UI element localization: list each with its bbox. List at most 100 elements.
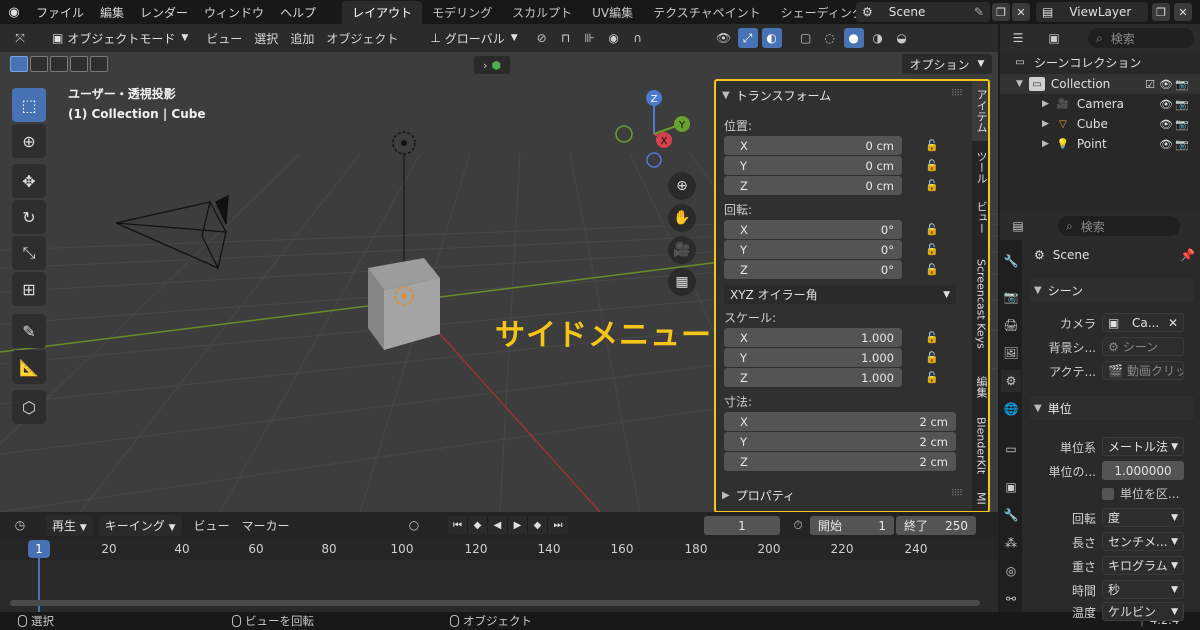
world-settings-icon[interactable]: 🌐 — [1001, 398, 1021, 420]
menu-view[interactable]: ビュー — [206, 30, 242, 47]
location-y-field[interactable]: Y0 cm — [724, 156, 902, 175]
tab-view[interactable]: ビュー — [972, 193, 988, 241]
delete-view-layer-icon[interactable]: ✕ — [1174, 3, 1192, 21]
scale-tool[interactable]: ⤡ — [12, 236, 46, 270]
timeline-scrollbar[interactable] — [10, 600, 980, 606]
render-settings-icon[interactable]: 📷 — [1001, 286, 1021, 308]
camera-render-icon[interactable]: 📷 — [1174, 118, 1190, 131]
rotation-mode-dropdown[interactable]: XYZ オイラー角 ▼ — [724, 285, 956, 304]
dimension-x-field[interactable]: X2 cm — [724, 412, 956, 431]
menu-timeline-view[interactable]: ビュー — [194, 517, 230, 534]
falloff-icon[interactable]: ∩ — [628, 28, 648, 48]
menu-object[interactable]: オブジェクト — [326, 30, 398, 47]
mode-dropdown[interactable]: ▣ オブジェクトモード ▼ — [46, 27, 195, 49]
scale-y-field[interactable]: Y 1.000 — [724, 348, 902, 367]
rotate-tool[interactable]: ↻ — [12, 200, 46, 234]
mass-unit-dropdown[interactable]: キログラム ▼ — [1102, 556, 1184, 575]
stopwatch-icon[interactable]: ⏱ — [788, 515, 808, 535]
start-frame-field[interactable]: 開始 1 — [810, 516, 894, 535]
menu-help[interactable]: ヘルプ — [272, 4, 324, 21]
options-dropdown[interactable]: オプション ▼ — [902, 54, 992, 74]
display-mode-icon[interactable]: ▣ — [1044, 28, 1064, 48]
menu-select[interactable]: 選択 — [254, 30, 278, 47]
tab-layout[interactable]: レイアウト — [342, 0, 423, 24]
physics-settings-icon[interactable]: ◎ — [1001, 560, 1021, 582]
separate-units-checkbox[interactable]: 単位を区... — [1102, 485, 1179, 502]
select-box-tool[interactable]: ⬚ — [12, 88, 46, 122]
dimension-y-field[interactable]: Y2 cm — [724, 432, 956, 451]
menu-edit[interactable]: 編集 — [92, 4, 132, 21]
timeline-editor-icon[interactable]: ◷ — [10, 515, 30, 535]
lock-icon[interactable]: 🔓 — [924, 351, 940, 365]
rotation-z-field[interactable]: Z 0° — [724, 260, 902, 279]
scale-z-field[interactable]: Z 1.000 — [724, 368, 902, 387]
properties-search-input[interactable]: ⌕ 検索 — [1058, 216, 1180, 236]
lock-icon[interactable]: 🔓 — [924, 263, 940, 277]
temperature-unit-dropdown[interactable]: ケルビン ▼ — [1102, 602, 1184, 621]
next-keyframe-icon[interactable]: ◆ — [528, 516, 548, 534]
close-icon[interactable]: ✕ — [1168, 316, 1178, 330]
prev-keyframe-icon[interactable]: ◆ — [468, 516, 488, 534]
move-tool[interactable]: ✥ — [12, 164, 46, 198]
lock-icon[interactable]: 🔓 — [924, 139, 940, 153]
menu-keying[interactable]: キーイング ▼ — [98, 514, 182, 536]
output-settings-icon[interactable]: 🖨 — [1001, 314, 1021, 336]
menu-marker[interactable]: マーカー — [242, 517, 290, 534]
jump-end-icon[interactable]: ⏭ — [548, 516, 568, 534]
checkbox-icon[interactable]: ☑ — [1142, 78, 1158, 91]
shading-wireframe-icon[interactable]: ◌ — [820, 28, 840, 48]
tool-settings-icon[interactable]: 🔧 — [1001, 250, 1021, 272]
menu-window[interactable]: ウィンドウ — [196, 4, 272, 21]
new-view-layer-icon[interactable]: ❐ — [1152, 3, 1170, 21]
scale-x-field[interactable]: X 1.000 — [724, 328, 902, 347]
lock-icon[interactable]: 🔓 — [924, 331, 940, 345]
outliner-search-input[interactable]: ⌕ 検索 — [1088, 28, 1194, 48]
new-scene-icon[interactable]: ❐ — [992, 3, 1010, 21]
delete-scene-icon[interactable]: ✕ — [1012, 3, 1030, 21]
units-section-header[interactable]: ▼ 単位 — [1030, 396, 1194, 420]
unit-scale-field[interactable]: 1.000000 — [1102, 461, 1184, 480]
scene-settings-icon[interactable]: ⚙ — [1001, 370, 1021, 392]
modifier-settings-icon[interactable]: 🔧 — [1001, 504, 1021, 526]
tab-mi[interactable]: MI — [972, 485, 988, 511]
pin-icon[interactable]: ✎ — [974, 5, 984, 19]
pin-icon[interactable]: 📌 — [1180, 248, 1195, 262]
play-reverse-icon[interactable]: ◀ — [488, 516, 508, 534]
outliner-collection-row[interactable]: ▼ ▭ Collection ☑ 👁 📷 — [1000, 74, 1200, 94]
properties-panel-header[interactable]: ▶ プロパティ — [722, 485, 795, 505]
drag-grip-icon[interactable]: ⠿⠿ — [951, 489, 963, 499]
menu-render[interactable]: レンダー — [132, 4, 196, 21]
collection-settings-icon[interactable]: ▭ — [1001, 438, 1021, 460]
lock-icon[interactable]: 🔓 — [924, 243, 940, 257]
asset-shelf-toggle[interactable]: › ⬢ — [474, 56, 510, 74]
zoom-icon[interactable]: ⊕ — [668, 172, 696, 200]
view-layer-settings-icon[interactable]: 🖼 — [1001, 342, 1021, 364]
playhead-frame-indicator[interactable]: 1 — [28, 540, 50, 558]
gizmo-toggle-icon[interactable]: ⤢ — [737, 28, 758, 48]
perspective-toggle-icon[interactable]: ▦ — [668, 268, 696, 296]
constraints-settings-icon[interactable]: ⚯ — [1001, 588, 1021, 610]
lock-icon[interactable]: 🔓 — [924, 159, 940, 173]
select-extend-icon[interactable] — [30, 56, 48, 72]
tab-sculpt[interactable]: スカルプト — [502, 1, 582, 24]
tab-item[interactable]: アイテム — [972, 81, 988, 141]
shading-material-icon[interactable]: ◑ — [868, 28, 888, 48]
eye-icon[interactable]: 👁 — [1158, 98, 1174, 111]
pan-hand-icon[interactable]: ✋ — [668, 204, 696, 232]
rotation-y-field[interactable]: Y 0° — [724, 240, 902, 259]
select-invert-icon[interactable] — [70, 56, 88, 72]
eye-icon[interactable]: 👁 — [1158, 78, 1174, 91]
view-layer-selector[interactable]: ▤ ViewLayer — [1036, 2, 1148, 22]
outliner-editor-icon[interactable]: ☰ — [1008, 28, 1028, 48]
tab-blenderkit[interactable]: BlenderKit — [972, 409, 988, 483]
tab-tool[interactable]: ツール — [972, 143, 988, 191]
lock-icon[interactable]: 🔓 — [924, 223, 940, 237]
select-subtract-icon[interactable] — [50, 56, 68, 72]
transform-tool[interactable]: ⊞ — [12, 272, 46, 306]
transform-panel-header[interactable]: ▼ トランスフォーム — [722, 85, 831, 105]
camera-render-icon[interactable]: 📷 — [1174, 138, 1190, 151]
pivot-icon[interactable]: ⊘ — [532, 28, 552, 48]
menu-playback[interactable]: 再生 ▼ — [46, 514, 93, 536]
properties-editor-icon[interactable]: ▤ — [1008, 216, 1028, 236]
cursor-tool[interactable]: ⊕ — [12, 124, 46, 158]
